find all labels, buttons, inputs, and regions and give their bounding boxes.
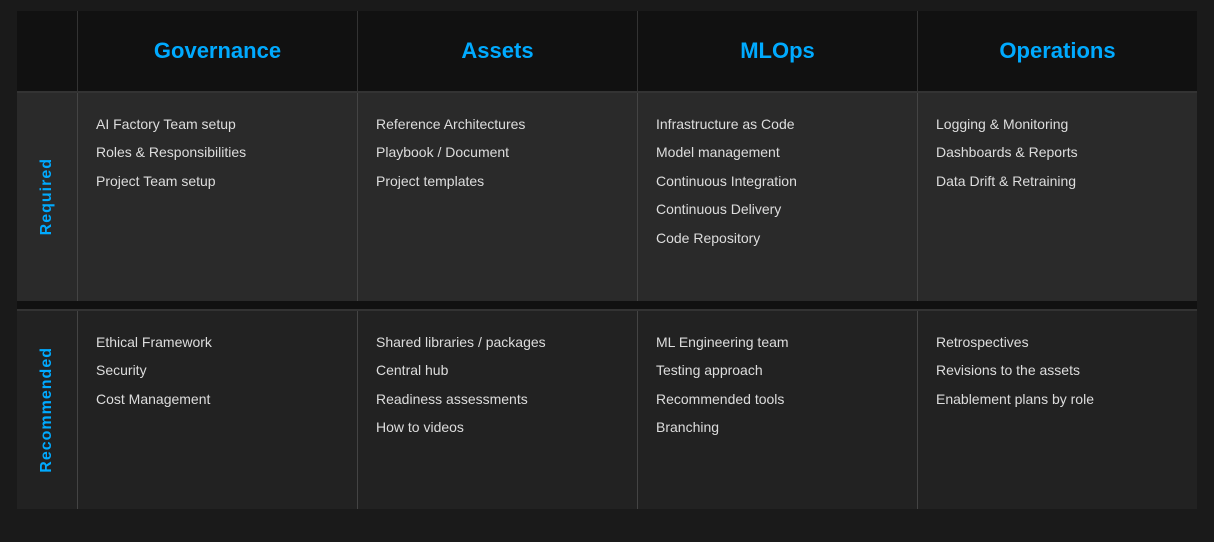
list-item: Central hub bbox=[376, 359, 619, 381]
recommended-label-cell: Recommended bbox=[17, 311, 77, 509]
list-item: Testing approach bbox=[656, 359, 899, 381]
required-row: Required AI Factory Team setup Roles & Re… bbox=[17, 91, 1197, 301]
list-item: Ethical Framework bbox=[96, 331, 339, 353]
list-item: Roles & Responsibilities bbox=[96, 141, 339, 163]
list-item: Project templates bbox=[376, 170, 619, 192]
recommended-row: Recommended Ethical Framework Security Cos… bbox=[17, 309, 1197, 509]
list-item: Playbook / Document bbox=[376, 141, 619, 163]
header-row: Governance Assets MLOps Operations bbox=[17, 11, 1197, 91]
required-mlops-cell: Infrastructure as Code Model management Co… bbox=[637, 93, 917, 301]
required-assets-cell: Reference Architectures Playbook / Docume… bbox=[357, 93, 637, 301]
list-item: Data Drift & Retraining bbox=[936, 170, 1179, 192]
header-mlops: MLOps bbox=[637, 11, 917, 91]
list-item: Cost Management bbox=[96, 388, 339, 410]
list-item: Branching bbox=[656, 416, 899, 438]
recommended-label: Recommended bbox=[38, 347, 56, 473]
list-item: How to videos bbox=[376, 416, 619, 438]
required-operations-cell: Logging & Monitoring Dashboards & Reports… bbox=[917, 93, 1197, 301]
list-item: Code Repository bbox=[656, 227, 899, 249]
list-item: Recommended tools bbox=[656, 388, 899, 410]
list-item: Infrastructure as Code bbox=[656, 113, 899, 135]
list-item: Readiness assessments bbox=[376, 388, 619, 410]
header-assets: Assets bbox=[357, 11, 637, 91]
recommended-governance-cell: Ethical Framework Security Cost Management bbox=[77, 311, 357, 509]
required-governance-cell: AI Factory Team setup Roles & Responsibil… bbox=[77, 93, 357, 301]
list-item: Reference Architectures bbox=[376, 113, 619, 135]
separator bbox=[17, 301, 1197, 309]
list-item: Continuous Integration bbox=[656, 170, 899, 192]
header-operations: Operations bbox=[917, 11, 1197, 91]
list-item: Revisions to the assets bbox=[936, 359, 1179, 381]
list-item: Dashboards & Reports bbox=[936, 141, 1179, 163]
list-item: AI Factory Team setup bbox=[96, 113, 339, 135]
header-governance: Governance bbox=[77, 11, 357, 91]
list-item: Model management bbox=[656, 141, 899, 163]
recommended-assets-cell: Shared libraries / packages Central hub Re… bbox=[357, 311, 637, 509]
required-label: Required bbox=[38, 158, 56, 235]
required-label-cell: Required bbox=[17, 93, 77, 301]
list-item: Enablement plans by role bbox=[936, 388, 1179, 410]
recommended-operations-cell: Retrospectives Revisions to the assets Ena… bbox=[917, 311, 1197, 509]
list-item: Retrospectives bbox=[936, 331, 1179, 353]
main-table: Governance Assets MLOps Operations Requi… bbox=[17, 11, 1197, 531]
list-item: Shared libraries / packages bbox=[376, 331, 619, 353]
recommended-mlops-cell: ML Engineering team Testing approach Recom… bbox=[637, 311, 917, 509]
header-empty-cell bbox=[17, 11, 77, 91]
list-item: Continuous Delivery bbox=[656, 198, 899, 220]
list-item: ML Engineering team bbox=[656, 331, 899, 353]
list-item: Project Team setup bbox=[96, 170, 339, 192]
list-item: Security bbox=[96, 359, 339, 381]
list-item: Logging & Monitoring bbox=[936, 113, 1179, 135]
